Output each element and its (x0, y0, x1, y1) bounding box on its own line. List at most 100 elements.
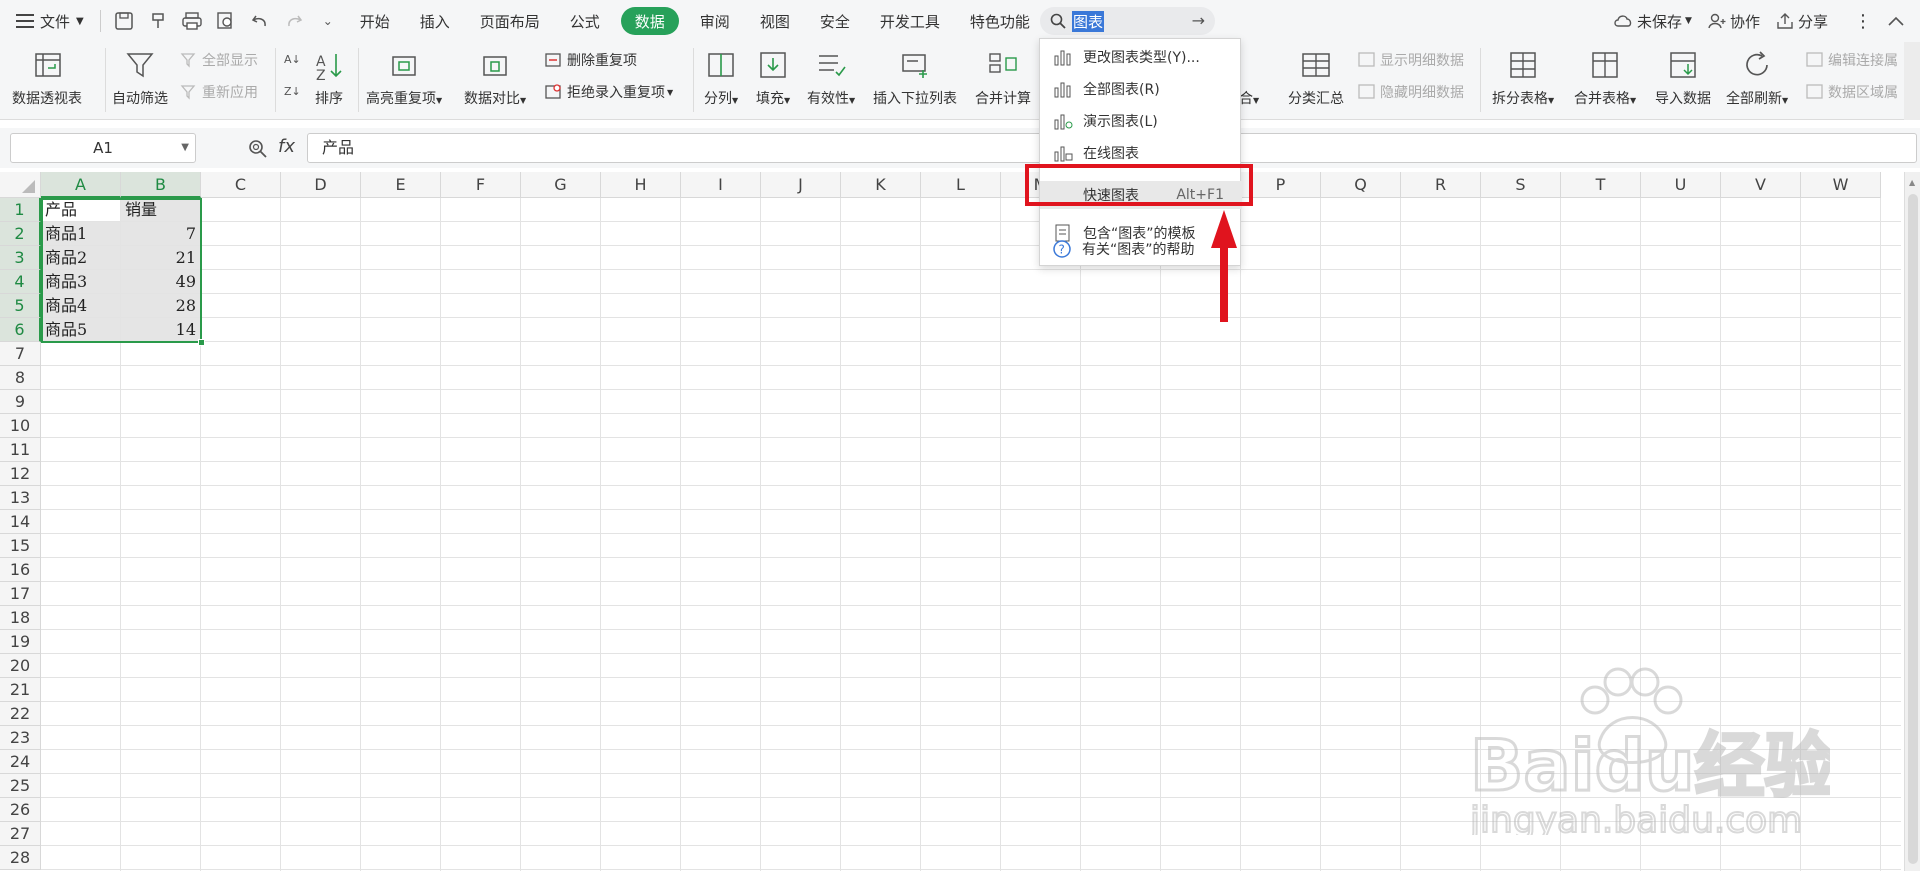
autofilter-button[interactable]: 自动筛选 (112, 42, 168, 108)
menu-item-demo-charts[interactable]: 演示图表(L) (1040, 105, 1242, 137)
search-box[interactable]: 图表 → (1040, 7, 1215, 35)
tab-page-layout[interactable]: 页面布局 (465, 0, 555, 42)
pivot-table-button[interactable]: 数据透视表 (12, 42, 82, 108)
select-all-corner[interactable] (0, 172, 41, 198)
tab-security[interactable]: 安全 (805, 0, 865, 42)
column-header-K[interactable]: K (841, 172, 921, 198)
column-header-A[interactable]: A (41, 172, 121, 198)
cloud-save-status[interactable]: 未保存 ▼ (1605, 11, 1700, 32)
row-header-5[interactable]: 5 (0, 294, 41, 318)
format-painter-icon[interactable] (141, 0, 175, 42)
scroll-up-icon[interactable]: ▲ (1909, 178, 1915, 187)
column-header-I[interactable]: I (681, 172, 761, 198)
insert-dropdown-list-button[interactable]: 插入下拉列表 (873, 42, 957, 108)
row-header-8[interactable]: 8 (0, 366, 41, 390)
column-header-S[interactable]: S (1481, 172, 1561, 198)
column-header-G[interactable]: G (521, 172, 601, 198)
row-header-27[interactable]: 27 (0, 822, 41, 846)
customize-toolbar-icon[interactable]: ⌄ (311, 0, 345, 42)
tab-data[interactable]: 数据 (620, 7, 679, 35)
vertical-scrollbar[interactable]: ▲ (1904, 172, 1920, 871)
row-header-2[interactable]: 2 (0, 222, 41, 246)
row-header-16[interactable]: 16 (0, 558, 41, 582)
data-compare-button[interactable]: 数据对比▼ (464, 42, 526, 108)
column-header-V[interactable]: V (1721, 172, 1801, 198)
tab-home[interactable]: 开始 (345, 0, 405, 42)
name-box[interactable]: A1 ▼ (10, 133, 196, 163)
more-options-icon[interactable]: ⋮ (1846, 11, 1880, 32)
row-header-21[interactable]: 21 (0, 678, 41, 702)
row-header-25[interactable]: 25 (0, 774, 41, 798)
row-header-24[interactable]: 24 (0, 750, 41, 774)
row-header-7[interactable]: 7 (0, 342, 41, 366)
column-header-B[interactable]: B (121, 172, 201, 198)
sort-button[interactable]: AZ 排序 (312, 42, 346, 108)
row-header-11[interactable]: 11 (0, 438, 41, 462)
column-header-T[interactable]: T (1561, 172, 1641, 198)
column-header-U[interactable]: U (1641, 172, 1721, 198)
row-header-28[interactable]: 28 (0, 846, 41, 870)
row-header-26[interactable]: 26 (0, 798, 41, 822)
data-range-button[interactable]: 数据区域属 (1806, 82, 1898, 102)
redo-icon[interactable] (277, 0, 311, 42)
hide-detail-button[interactable]: 隐藏明细数据 (1358, 82, 1464, 102)
row-header-4[interactable]: 4 (0, 270, 41, 294)
tab-insert[interactable]: 插入 (405, 0, 465, 42)
row-header-17[interactable]: 17 (0, 582, 41, 606)
row-header-14[interactable]: 14 (0, 510, 41, 534)
column-header-L[interactable]: L (921, 172, 1001, 198)
save-icon[interactable] (107, 0, 141, 42)
row-header-6[interactable]: 6 (0, 318, 41, 342)
column-header-F[interactable]: F (441, 172, 521, 198)
zoom-formula-icon[interactable] (248, 139, 268, 159)
collab-button[interactable]: 协作 (1700, 11, 1768, 32)
show-detail-button[interactable]: 显示明细数据 (1358, 50, 1464, 70)
validity-button[interactable]: 有效性▼ (807, 42, 855, 108)
row-header-19[interactable]: 19 (0, 630, 41, 654)
chevron-down-icon[interactable]: ▼ (181, 134, 189, 162)
reapply-button[interactable]: 重新应用 (180, 82, 258, 102)
remove-duplicates-button[interactable]: 删除重复项 (545, 50, 637, 70)
ribbon-scroll-right[interactable] (1904, 42, 1920, 120)
menu-item-change-chart-type[interactable]: 更改图表类型(Y)... (1040, 41, 1242, 73)
column-header-R[interactable]: R (1401, 172, 1481, 198)
split-table-button[interactable]: 拆分表格▼ (1492, 42, 1554, 108)
fill-handle[interactable] (198, 339, 205, 346)
tab-developer[interactable]: 开发工具 (865, 0, 955, 42)
tab-review[interactable]: 审阅 (685, 0, 745, 42)
row-header-12[interactable]: 12 (0, 462, 41, 486)
row-header-15[interactable]: 15 (0, 534, 41, 558)
show-all-button[interactable]: 全部显示 (180, 50, 258, 70)
column-header-J[interactable]: J (761, 172, 841, 198)
file-menu[interactable]: 文件 ▼ (0, 0, 94, 42)
column-header-E[interactable]: E (361, 172, 441, 198)
fx-button[interactable]: fx (278, 136, 295, 157)
row-header-18[interactable]: 18 (0, 606, 41, 630)
column-header-W[interactable]: W (1801, 172, 1881, 198)
arrow-right-icon[interactable]: → (1192, 11, 1205, 30)
row-header-1[interactable]: 1 (0, 198, 41, 222)
sort-asc-button[interactable]: A↓ (284, 50, 306, 68)
share-button[interactable]: 分享 (1768, 11, 1836, 32)
sort-desc-button[interactable]: Z↓ (284, 82, 306, 100)
collapse-ribbon-icon[interactable] (1880, 16, 1912, 26)
column-header-H[interactable]: H (601, 172, 681, 198)
column-header-D[interactable]: D (281, 172, 361, 198)
row-header-22[interactable]: 22 (0, 702, 41, 726)
row-header-10[interactable]: 10 (0, 414, 41, 438)
row-header-20[interactable]: 20 (0, 654, 41, 678)
row-header-13[interactable]: 13 (0, 486, 41, 510)
tab-formulas[interactable]: 公式 (555, 0, 615, 42)
highlight-duplicates-button[interactable]: 高亮重复项▼ (366, 42, 442, 108)
menu-item-all-charts[interactable]: 全部图表(R) (1040, 73, 1242, 105)
subtotal-button[interactable]: 分类汇总 (1288, 42, 1344, 108)
tab-special[interactable]: 特色功能 (955, 0, 1045, 42)
column-header-P[interactable]: P (1241, 172, 1321, 198)
edit-links-button[interactable]: 编辑连接属 (1806, 50, 1898, 70)
search-input[interactable]: 图表 (1072, 10, 1105, 32)
column-header-Q[interactable]: Q (1321, 172, 1401, 198)
split-column-button[interactable]: 分列▼ (704, 42, 738, 108)
undo-icon[interactable] (243, 0, 277, 42)
refresh-all-button[interactable]: 全部刷新▼ (1726, 42, 1788, 108)
import-data-button[interactable]: 导入数据 (1655, 42, 1711, 108)
